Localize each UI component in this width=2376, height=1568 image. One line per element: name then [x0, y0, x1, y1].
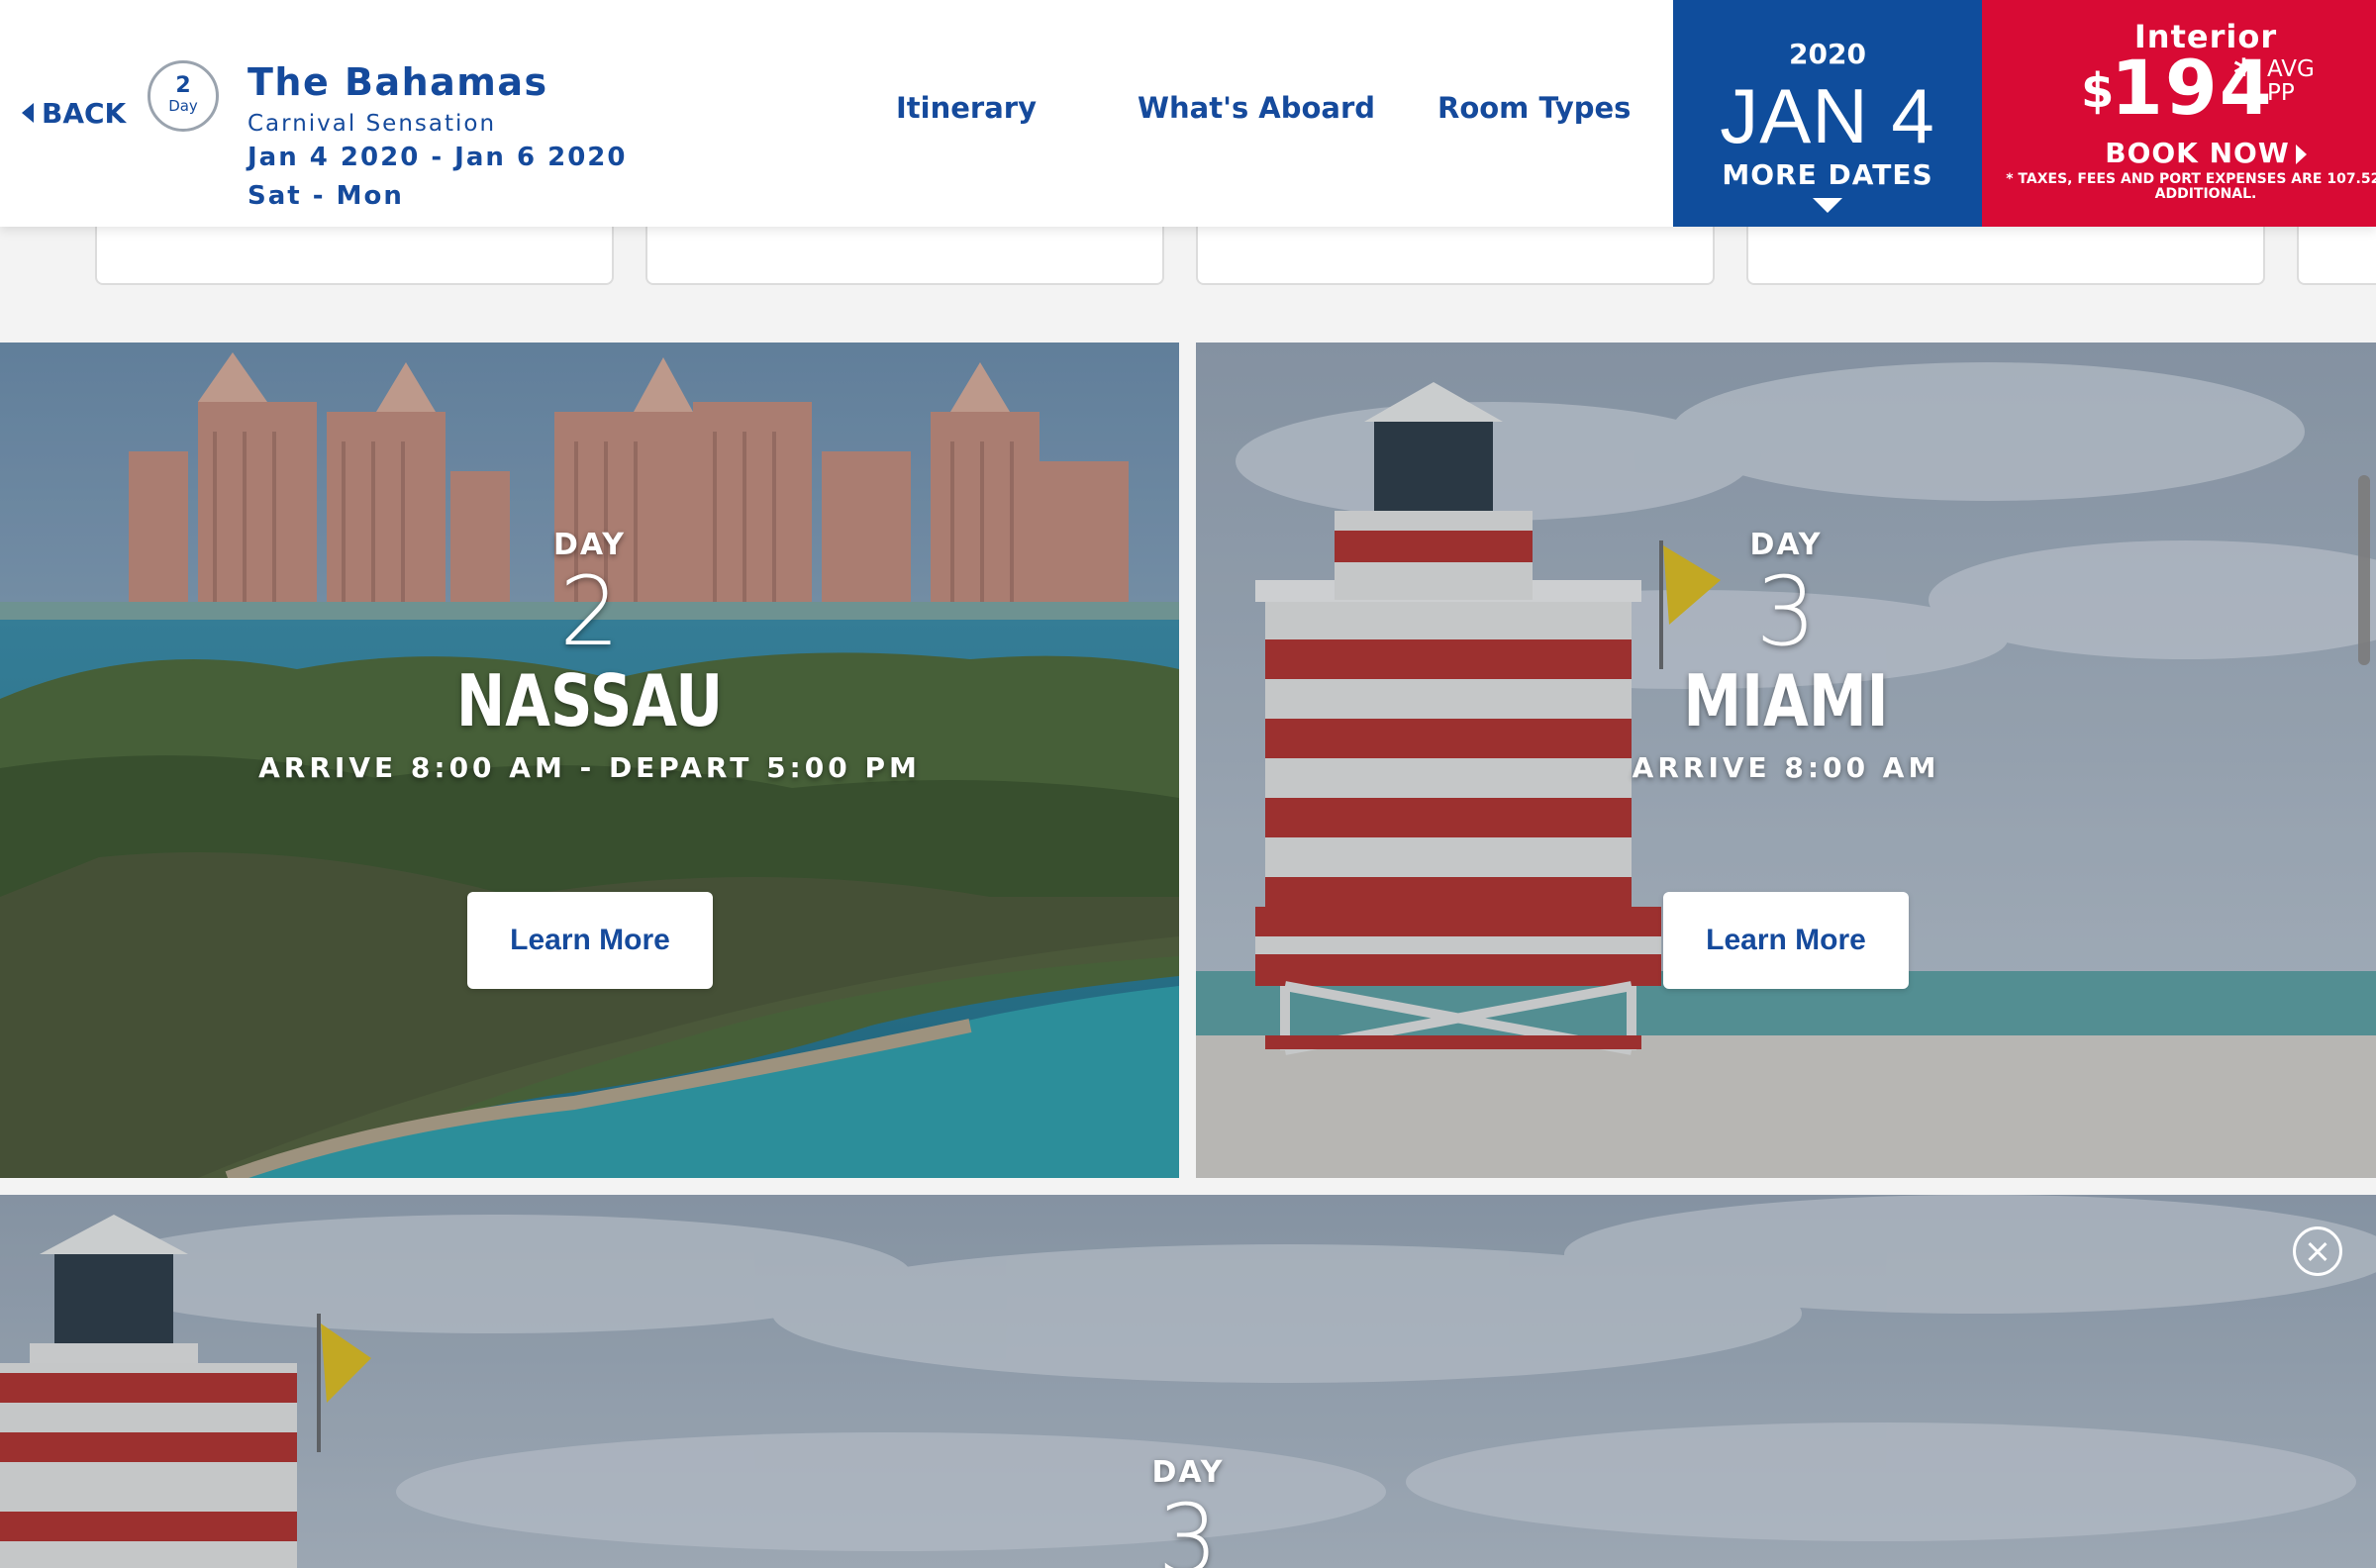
duration-number: 2: [175, 73, 191, 98]
avg-label: AVG: [2267, 56, 2315, 82]
page-scrollbar[interactable]: [2358, 475, 2370, 665]
port-tile-miami: DAY 3 MIAMI ARRIVE 8:00 AM Learn More: [1196, 343, 2376, 1178]
miami-caption: DAY 3 MIAMI ARRIVE 8:00 AM: [1196, 529, 2376, 788]
trip-dates: Jan 4 2020 - Jan 6 2020: [248, 143, 628, 172]
taxes-note: * TAXES, FEES AND PORT EXPENSES ARE 107.…: [1982, 172, 2376, 202]
port-name: NASSAU: [455, 659, 724, 742]
caret-down-icon: [1813, 198, 1842, 213]
taxes-note-line-2: ADDITIONAL.: [2154, 186, 2257, 202]
pp-label: PP: [2267, 80, 2295, 106]
book-now-button[interactable]: BOOK NOW: [1982, 137, 2376, 169]
duration-unit: Day: [168, 97, 198, 115]
back-button[interactable]: BACK: [22, 95, 126, 131]
day-number: 2: [558, 556, 621, 667]
trip-title: The Bahamas: [248, 60, 548, 104]
nav-room-types[interactable]: Room Types: [1437, 91, 1631, 125]
nassau-caption: DAY 2 NASSAU ARRIVE 8:00 AM - DEPART 5:0…: [0, 529, 1179, 788]
duration-badge: 2 Day: [148, 60, 219, 132]
more-dates-button[interactable]: 2020 JAN 4 MORE DATES: [1673, 0, 1982, 227]
port-times: ARRIVE 8:00 AM: [1632, 751, 1940, 784]
top-header: BACK 2 Day The Bahamas Carnival Sensatio…: [0, 0, 2376, 227]
sail-year: 2020: [1789, 38, 1866, 70]
day-number: 3: [1755, 556, 1817, 667]
price-basis: AVG PP: [2267, 57, 2315, 105]
caret-right-icon: [2295, 145, 2307, 164]
trip-summary: The Bahamas Carnival Sensation Jan 4 202…: [248, 59, 627, 215]
back-label: BACK: [42, 96, 127, 130]
ship-name: Carnival Sensation: [248, 111, 497, 137]
port-times: ARRIVE 8:00 AM - DEPART 5:00 PM: [258, 751, 921, 784]
more-dates-label: MORE DATES: [1722, 158, 1933, 191]
price-currency: $: [2081, 63, 2115, 119]
nav-whats-aboard[interactable]: What's Aboard: [1138, 91, 1375, 125]
port-name: MIAMI: [1683, 659, 1889, 742]
port-tile-nassau: DAY 2 NASSAU ARRIVE 8:00 AM - DEPART 5:0…: [0, 343, 1179, 1178]
price-asterisk: *: [2233, 51, 2254, 97]
day-number: 3: [1157, 1484, 1219, 1568]
sail-date: JAN 4: [1720, 72, 1935, 159]
caret-left-icon: [22, 103, 34, 123]
detail-caption-text: DAY 3: [1089, 1456, 1287, 1568]
taxes-note-line-1: * TAXES, FEES AND PORT EXPENSES ARE 107.…: [2006, 171, 2376, 187]
learn-more-button[interactable]: Learn More: [467, 892, 713, 989]
close-icon[interactable]: [2293, 1226, 2342, 1276]
trip-weekdays: Sat - Mon: [248, 181, 404, 211]
port-detail-panel: DAY 3: [0, 1195, 2376, 1568]
book-now-panel[interactable]: Interior $ 194 * AVG PP BOOK NOW * TAXES…: [1982, 0, 2376, 227]
book-now-label: BOOK NOW: [2105, 137, 2290, 169]
nav-itinerary[interactable]: Itinerary: [896, 91, 1037, 125]
learn-more-button[interactable]: Learn More: [1663, 892, 1909, 989]
